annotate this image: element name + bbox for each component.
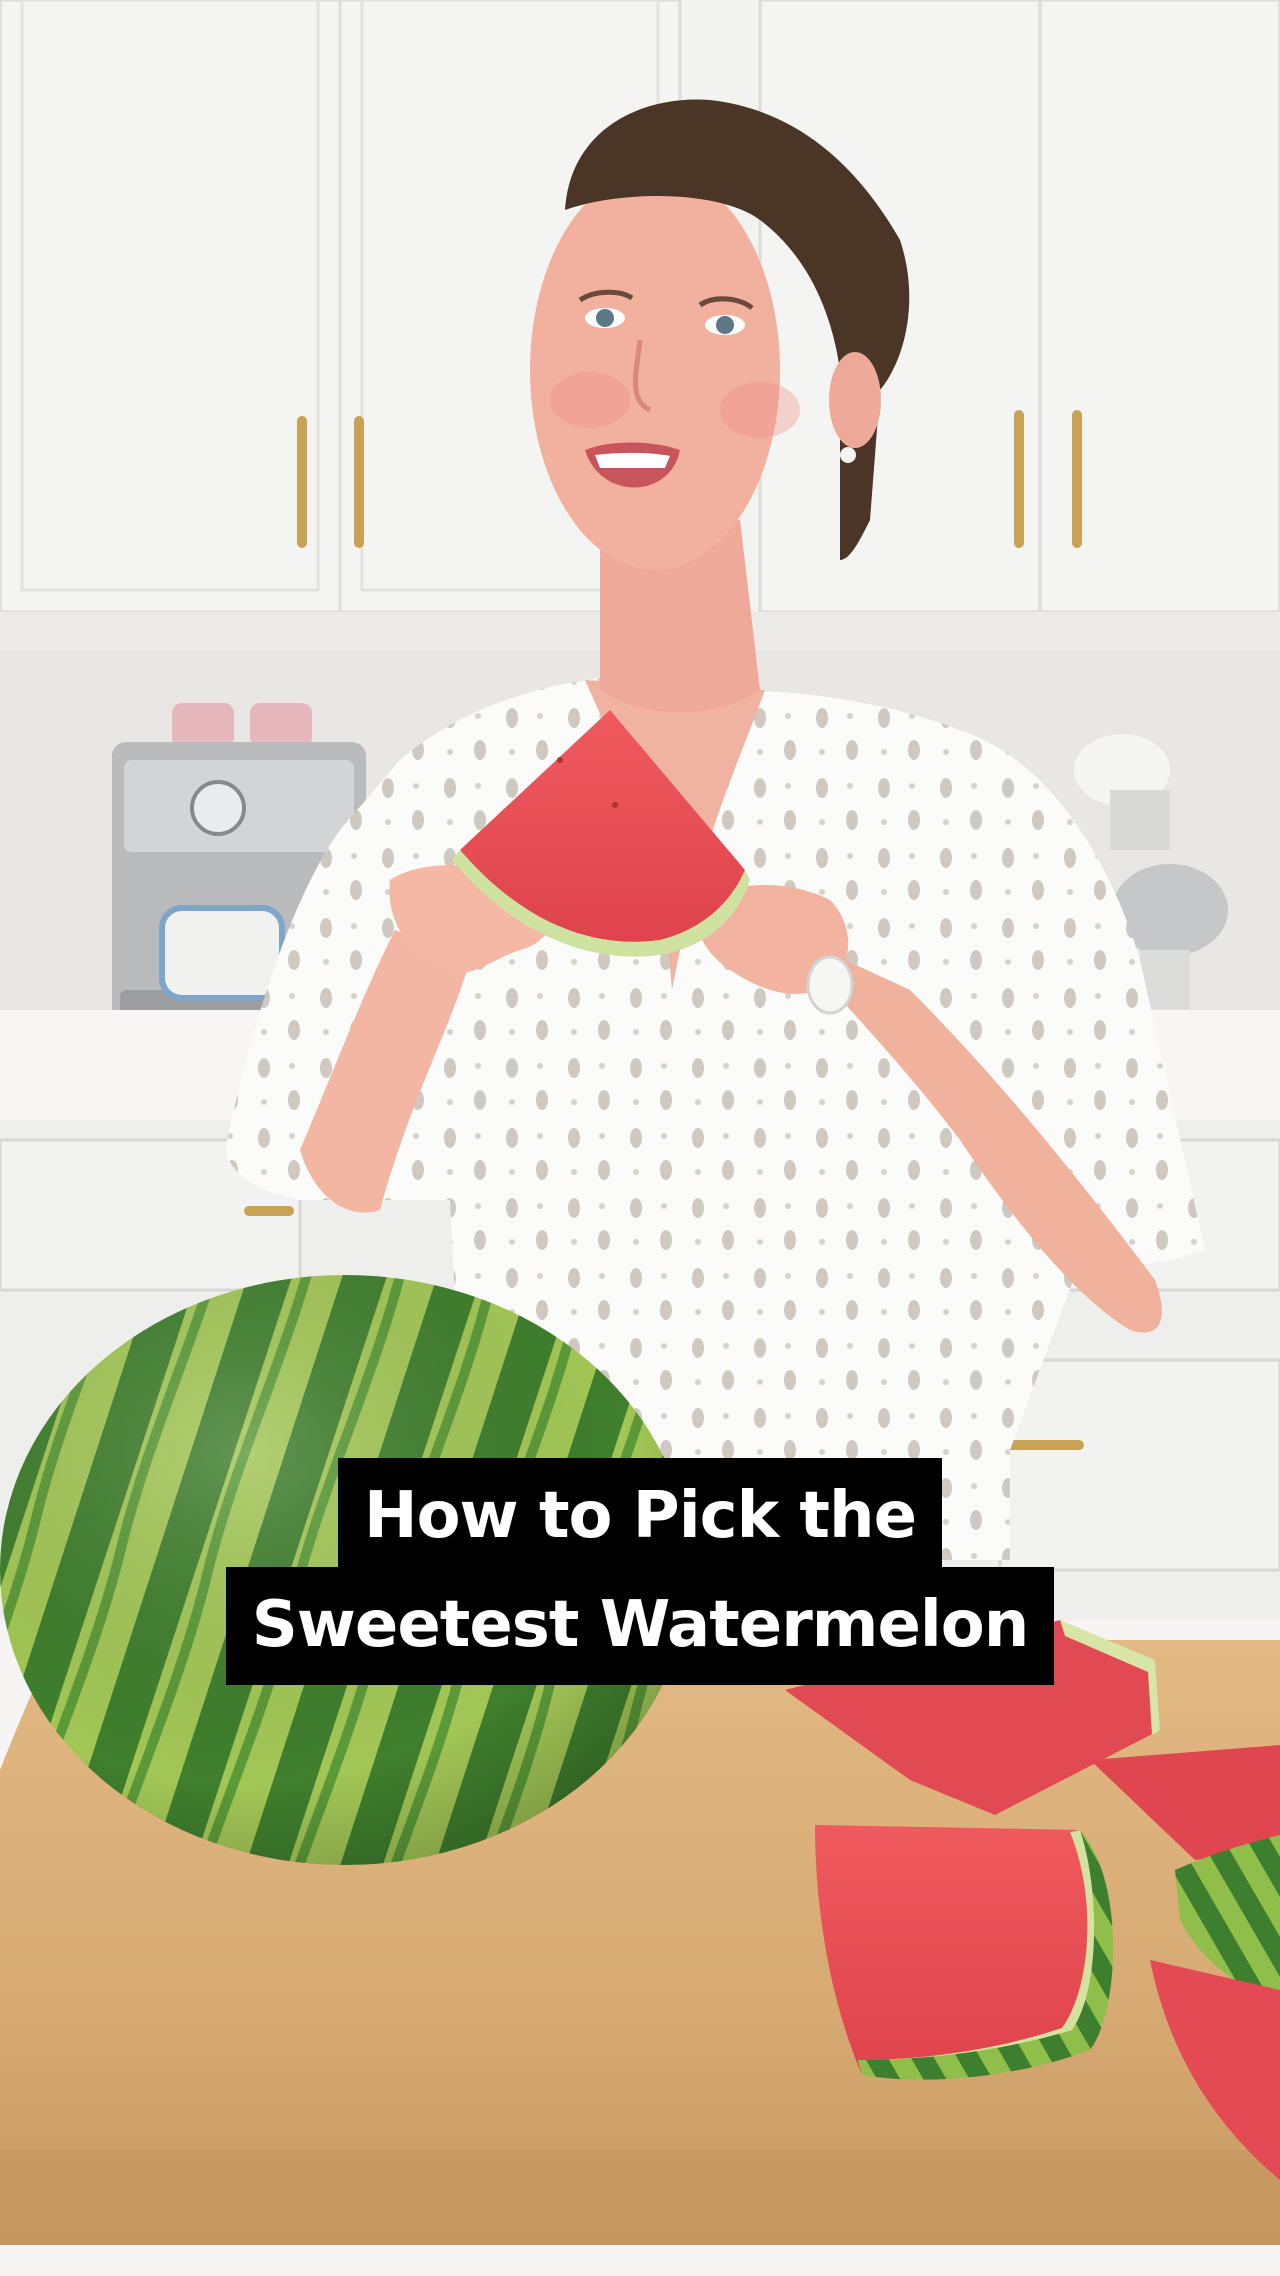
kitchen-scene [0, 0, 1280, 2276]
caption-line-2-wrapper: Sweetest Watermelon [0, 1567, 1280, 1685]
caption-line-2: Sweetest Watermelon [225, 1567, 1055, 1685]
video-frame: How to Pick the Sweetest Watermelon [0, 0, 1280, 2276]
caption-line-1-wrapper: How to Pick the [0, 1458, 1280, 1576]
caption-line-1: How to Pick the [338, 1458, 942, 1576]
earring [840, 447, 856, 463]
ring [806, 955, 854, 1015]
slice-on-board [815, 1825, 1114, 2080]
